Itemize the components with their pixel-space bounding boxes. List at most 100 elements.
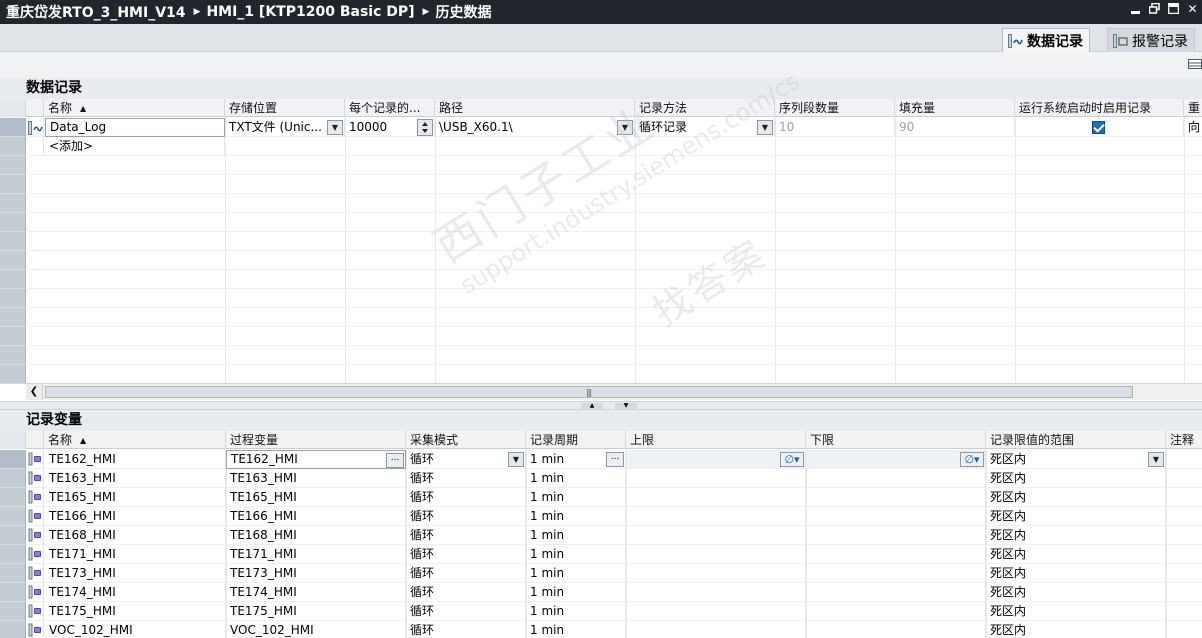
table-row[interactable]: TE168_HMI TE168_HMI 循环 1 min 死区内 — [0, 526, 1202, 545]
logging-cycle-selector[interactable]: 1 min — [526, 583, 626, 602]
col-header-enable-on-start[interactable]: 运行系统启动时启用记录 — [1015, 99, 1184, 117]
logging-cycle-selector[interactable]: 1 min — [526, 469, 626, 488]
comment-field[interactable] — [1166, 450, 1202, 469]
close-icon[interactable]: ✕ — [1187, 3, 1198, 16]
chevron-down-icon[interactable]: ▼ — [1148, 452, 1164, 467]
process-tag-selector[interactable]: TE166_HMI — [226, 507, 406, 526]
logging-cycle-selector[interactable]: 1 min — [526, 545, 626, 564]
browse-icon[interactable]: ... — [606, 452, 624, 467]
acquisition-mode-dropdown[interactable]: 循环 — [406, 602, 526, 621]
log-tag-name[interactable]: TE175_HMI — [45, 602, 226, 621]
limit-range-dropdown[interactable]: 死区内 — [986, 621, 1166, 638]
limit-range-dropdown[interactable]: 死区内 — [986, 545, 1166, 564]
low-limit-selector[interactable] — [806, 621, 986, 638]
acquisition-mode-dropdown[interactable]: 循环 — [406, 488, 526, 507]
row-selector[interactable] — [0, 365, 26, 384]
col-header-comment[interactable]: 注释 — [1166, 431, 1202, 449]
limit-range-dropdown[interactable]: 死区内 — [986, 507, 1166, 526]
col-header-logging-cycle[interactable]: 记录周期 — [526, 431, 626, 449]
high-limit-selector[interactable] — [626, 621, 806, 638]
logging-cycle-selector[interactable]: 1 min — [526, 564, 626, 583]
comment-field[interactable] — [1166, 488, 1202, 507]
col-header-tag-name[interactable]: 名称 ▲ — [44, 431, 226, 449]
log-tag-name[interactable]: TE163_HMI — [45, 469, 226, 488]
scroll-left-icon[interactable]: ❮ — [26, 384, 43, 400]
row-selector[interactable] — [0, 583, 26, 602]
logging-cycle-selector[interactable]: 1 min — [526, 488, 626, 507]
row-selector[interactable] — [0, 308, 26, 327]
low-limit-selector[interactable]: ∅▾ — [806, 450, 986, 469]
records-per-log-stepper[interactable]: 10000 — [345, 118, 435, 137]
spin-arrows-icon[interactable] — [417, 119, 433, 136]
process-tag-selector[interactable]: TE174_HMI — [226, 583, 406, 602]
logging-cycle-selector[interactable]: 1 min — [526, 602, 626, 621]
row-selector[interactable] — [0, 251, 26, 270]
horizontal-scrollbar[interactable]: ❮ ||| — [26, 383, 1202, 400]
comment-field[interactable] — [1166, 526, 1202, 545]
high-limit-selector[interactable] — [626, 583, 806, 602]
high-limit-selector[interactable] — [626, 507, 806, 526]
row-selector[interactable] — [0, 232, 26, 251]
acquisition-mode-dropdown[interactable]: 循环 — [406, 621, 526, 638]
minimize-icon[interactable] — [1130, 3, 1141, 16]
acquisition-mode-dropdown[interactable]: 循环 — [406, 545, 526, 564]
low-limit-selector[interactable] — [806, 545, 986, 564]
table-options-icon[interactable] — [1188, 57, 1202, 71]
process-tag-selector[interactable]: TE173_HMI — [226, 564, 406, 583]
low-limit-selector[interactable] — [806, 488, 986, 507]
comment-field[interactable] — [1166, 507, 1202, 526]
panel-splitter[interactable]: ▲ ▼ — [0, 401, 1202, 410]
row-selector[interactable] — [0, 564, 26, 583]
log-tag-name[interactable]: TE165_HMI — [45, 488, 226, 507]
high-limit-selector[interactable] — [626, 564, 806, 583]
high-limit-selector[interactable]: ∅▾ — [626, 450, 806, 469]
process-tag-selector[interactable]: TE171_HMI — [226, 545, 406, 564]
col-header-fill[interactable]: 填充量 — [895, 99, 1015, 117]
limit-range-dropdown[interactable]: 死区内 — [986, 469, 1166, 488]
low-limit-selector[interactable] — [806, 507, 986, 526]
breadcrumb-project[interactable]: 重庆岱发RTO_3_HMI_V14 — [0, 2, 186, 22]
table-row[interactable]: TE163_HMI TE163_HMI 循环 1 min 死区内 — [0, 469, 1202, 488]
process-tag-selector[interactable]: TE165_HMI — [226, 488, 406, 507]
col-header-process-tag[interactable]: 过程变量 — [226, 431, 406, 449]
chevron-down-icon[interactable]: ▼ — [508, 452, 524, 467]
path-dropdown[interactable]: \USB_X60.1\ ▼ — [435, 118, 635, 137]
low-limit-selector[interactable] — [806, 469, 986, 488]
low-limit-selector[interactable] — [806, 602, 986, 621]
collapse-up-icon[interactable]: ▲ — [581, 403, 603, 409]
row-selector[interactable] — [0, 213, 26, 232]
tab-data-log[interactable]: 数据记录 — [1002, 28, 1090, 52]
storage-location-dropdown[interactable]: TXT文件 (Unic... ▼ — [225, 118, 345, 137]
acquisition-mode-dropdown[interactable]: 循环 ▼ — [406, 450, 526, 469]
log-tag-name[interactable]: TE173_HMI — [45, 564, 226, 583]
log-tag-name[interactable]: TE166_HMI — [45, 507, 226, 526]
breadcrumb-device[interactable]: HMI_1 [KTP1200 Basic DP] — [206, 4, 414, 20]
process-tag-selector[interactable]: TE175_HMI — [226, 602, 406, 621]
process-tag-selector[interactable]: TE168_HMI — [226, 526, 406, 545]
acquisition-mode-dropdown[interactable]: 循环 — [406, 564, 526, 583]
limit-range-dropdown[interactable]: 死区内 ▼ — [986, 450, 1166, 469]
high-limit-selector[interactable] — [626, 526, 806, 545]
acquisition-mode-dropdown[interactable]: 循环 — [406, 469, 526, 488]
log-tag-name[interactable]: TE171_HMI — [45, 545, 226, 564]
col-header-name[interactable]: 名称 ▲ — [44, 99, 225, 117]
table-row[interactable]: TE175_HMI TE175_HMI 循环 1 min 死区内 — [0, 602, 1202, 621]
process-tag-selector[interactable]: TE162_HMI... — [226, 450, 406, 469]
table-row[interactable]: TE173_HMI TE173_HMI 循环 1 min 死区内 — [0, 564, 1202, 583]
col-header-records[interactable]: 每个记录的... — [345, 99, 435, 117]
process-tag-selector[interactable]: TE163_HMI — [226, 469, 406, 488]
comment-field[interactable] — [1166, 602, 1202, 621]
high-limit-selector[interactable] — [626, 469, 806, 488]
add-row[interactable]: <添加> — [0, 137, 1202, 156]
tab-alarm-log[interactable]: 报警记录 — [1107, 28, 1195, 52]
row-selector[interactable] — [0, 327, 26, 346]
row-selector[interactable] — [0, 602, 26, 621]
col-header-method[interactable]: 记录方法 — [635, 99, 775, 117]
logging-cycle-selector[interactable]: 1 min... — [526, 450, 626, 469]
row-selector[interactable] — [0, 545, 26, 564]
row-selector[interactable] — [0, 175, 26, 194]
limit-range-dropdown[interactable]: 死区内 — [986, 564, 1166, 583]
browse-icon[interactable]: ... — [386, 453, 404, 468]
comment-field[interactable] — [1166, 621, 1202, 638]
scrollbar-thumb[interactable]: ||| — [45, 386, 1133, 398]
